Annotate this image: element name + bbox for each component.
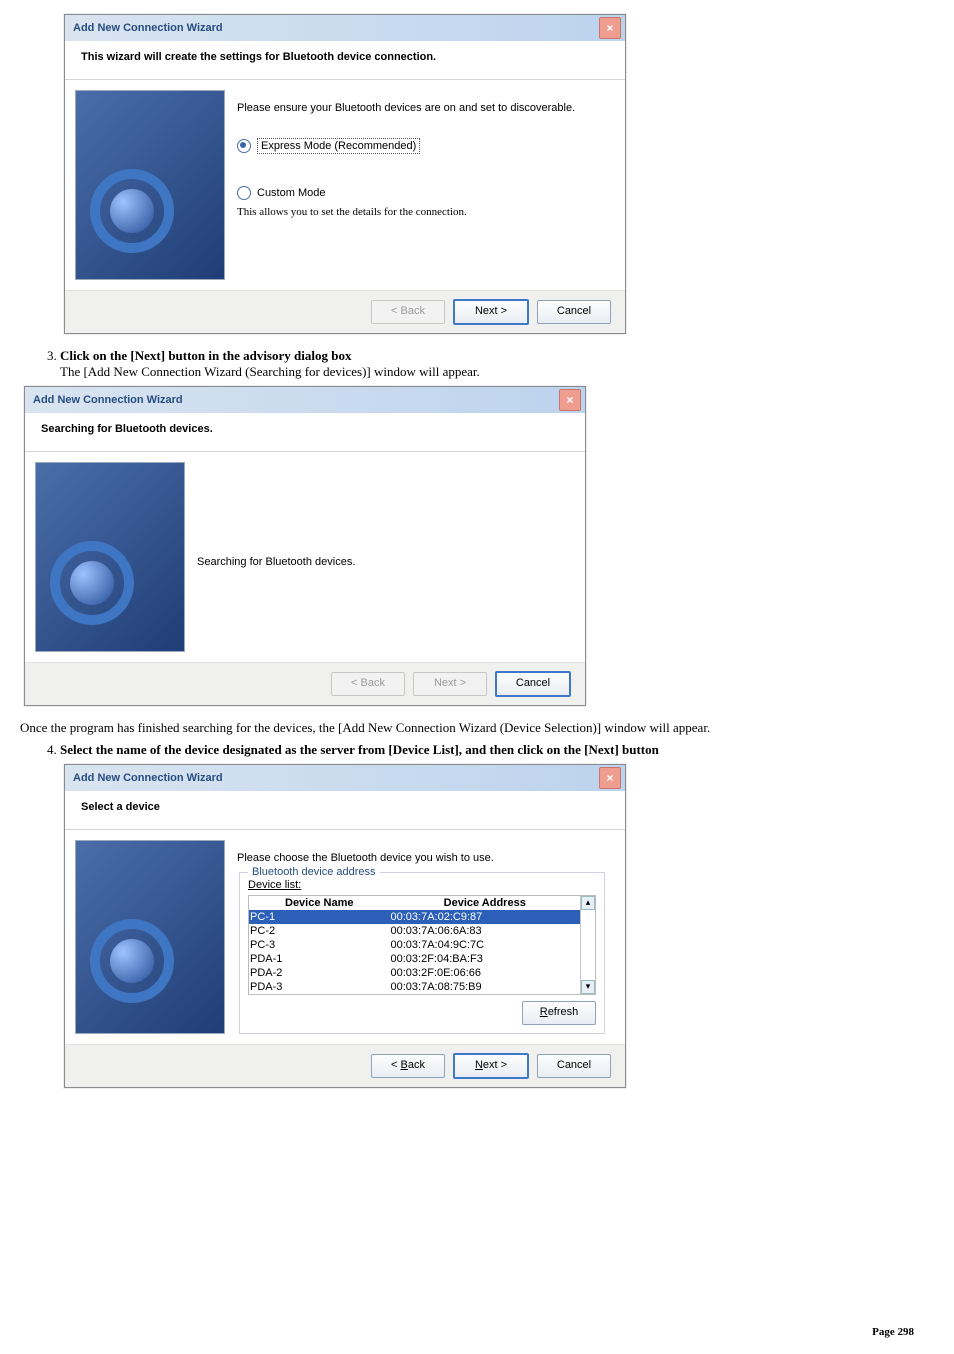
wizard-dialog-select-device: Add New Connection Wizard × Select a dev… xyxy=(64,764,626,1088)
wizard-header: This wizard will create the settings for… xyxy=(65,41,625,80)
cancel-button[interactable]: Cancel xyxy=(537,300,611,324)
back-button[interactable]: < Back xyxy=(371,1054,445,1078)
device-list-label: DDevice list:evice list: xyxy=(248,879,596,891)
group-label: Bluetooth device address xyxy=(248,866,380,878)
instruction-text: Please ensure your Bluetooth devices are… xyxy=(237,102,607,114)
step-3-sub: The [Add New Connection Wizard (Searchin… xyxy=(60,364,480,379)
instruction-text: Please choose the Bluetooth device you w… xyxy=(237,852,607,864)
step-list: Select the name of the device designated… xyxy=(60,742,934,758)
table-row[interactable]: PC-100:03:7A:02:C9:87 xyxy=(249,910,580,924)
next-button[interactable]: Next > xyxy=(453,1053,529,1079)
back-button: < Back xyxy=(331,672,405,696)
step-3-bold: Click on the [Next] button in the adviso… xyxy=(60,348,351,363)
close-icon[interactable]: × xyxy=(559,389,581,411)
wizard-dialog-settings: Add New Connection Wizard × This wizard … xyxy=(64,14,626,334)
titlebar: Add New Connection Wizard × xyxy=(25,387,585,413)
table-row[interactable]: PC-300:03:7A:04:9C:7C xyxy=(249,938,580,952)
col-name[interactable]: Device Name xyxy=(249,896,390,910)
scrollbar[interactable]: ▴ ▾ xyxy=(580,896,595,994)
radio-icon xyxy=(237,139,251,153)
radio-custom-desc: This allows you to set the details for t… xyxy=(237,206,607,218)
table-row[interactable]: PDA-100:03:2F:04:BA:F3 xyxy=(249,952,580,966)
radio-custom[interactable]: Custom Mode xyxy=(237,186,607,200)
table-row[interactable]: PC-200:03:7A:06:6A:83 xyxy=(249,924,580,938)
titlebar: Add New Connection Wizard × xyxy=(65,765,625,791)
next-button[interactable]: Next > xyxy=(453,299,529,325)
wizard-illustration xyxy=(35,462,185,652)
wizard-illustration xyxy=(75,840,225,1034)
close-icon[interactable]: × xyxy=(599,767,621,789)
radio-express-label: Express Mode (Recommended) xyxy=(257,138,420,154)
scroll-up-icon[interactable]: ▴ xyxy=(581,896,595,910)
radio-icon xyxy=(237,186,251,200)
cancel-button[interactable]: Cancel xyxy=(537,1054,611,1078)
body-text: Once the program has finished searching … xyxy=(20,720,934,736)
step-4-bold: Select the name of the device designated… xyxy=(60,742,659,757)
titlebar: Add New Connection Wizard × xyxy=(65,15,625,41)
scroll-down-icon[interactable]: ▾ xyxy=(581,980,595,994)
close-icon[interactable]: × xyxy=(599,17,621,39)
table-row[interactable]: PDA-300:03:7A:08:75:B9 xyxy=(249,980,580,994)
wizard-header: Select a device xyxy=(65,791,625,830)
next-button: Next > xyxy=(413,672,487,696)
col-addr[interactable]: Device Address xyxy=(390,896,581,910)
step-3: Click on the [Next] button in the adviso… xyxy=(60,348,934,380)
wizard-illustration xyxy=(75,90,225,280)
window-title: Add New Connection Wizard xyxy=(73,22,223,34)
refresh-button[interactable]: Refresh xyxy=(522,1001,596,1025)
radio-express[interactable]: Express Mode (Recommended) xyxy=(237,138,607,154)
window-title: Add New Connection Wizard xyxy=(73,772,223,784)
wizard-dialog-searching: Add New Connection Wizard × Searching fo… xyxy=(24,386,586,706)
step-4: Select the name of the device designated… xyxy=(60,742,934,758)
back-button: < Back xyxy=(371,300,445,324)
table-row[interactable]: PDA-200:03:2F:0E:06:66 xyxy=(249,966,580,980)
radio-custom-label: Custom Mode xyxy=(257,187,325,199)
device-address-group: Bluetooth device address DDevice list:ev… xyxy=(239,872,605,1034)
step-list: Click on the [Next] button in the adviso… xyxy=(60,348,934,380)
page-number: Page 298 xyxy=(872,1326,914,1338)
window-title: Add New Connection Wizard xyxy=(33,394,183,406)
wizard-header: Searching for Bluetooth devices. xyxy=(25,413,585,452)
searching-text: Searching for Bluetooth devices. xyxy=(197,556,355,568)
cancel-button[interactable]: Cancel xyxy=(495,671,571,697)
device-table[interactable]: Device NameDevice Address PC-100:03:7A:0… xyxy=(248,895,596,995)
